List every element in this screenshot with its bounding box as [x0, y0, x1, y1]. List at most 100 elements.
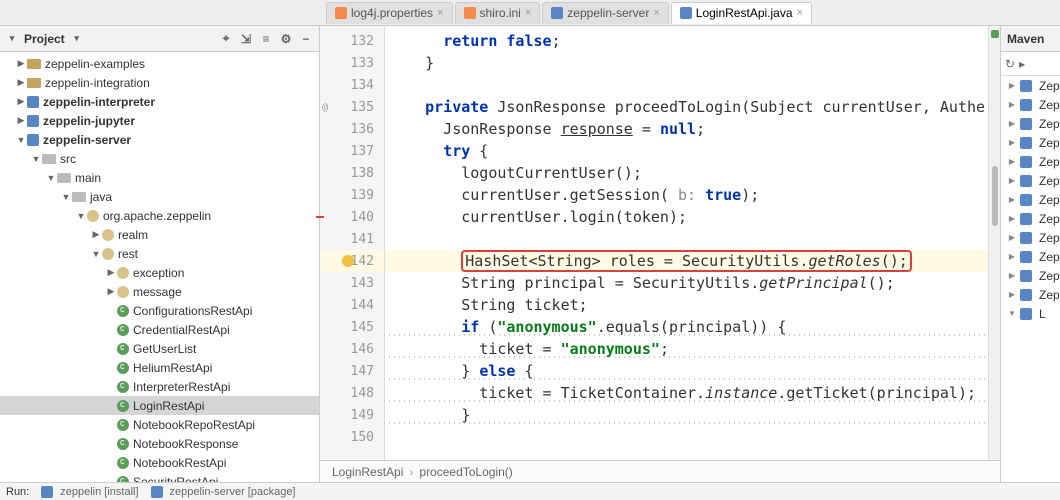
code-line[interactable]: ticket = "anonymous"; [385, 338, 988, 360]
code-line[interactable]: ticket = TicketContainer.instance.getTic… [385, 382, 988, 404]
expand-arrow[interactable]: ▼ [30, 154, 42, 164]
expand-arrow[interactable]: ▶ [1007, 81, 1017, 90]
expand-arrow[interactable]: ▶ [1007, 290, 1017, 299]
gear-icon[interactable]: ⚙ [279, 32, 293, 46]
maven-module[interactable]: ▶Zep [1001, 285, 1060, 304]
expand-arrow[interactable]: ▶ [1007, 252, 1017, 261]
editor-tab[interactable]: shiro.ini× [455, 2, 541, 24]
code-line[interactable]: HashSet<String> roles = SecurityUtils.ge… [385, 250, 988, 272]
override-icon[interactable]: @ [322, 102, 328, 113]
code-line[interactable]: try { [385, 140, 988, 162]
tree-item[interactable]: ▶realm [0, 225, 319, 244]
project-dropdown-arrow[interactable]: ▾ [71, 33, 83, 44]
project-collapse-arrow[interactable]: ▾ [6, 33, 18, 44]
code-line[interactable]: JsonResponse response = null; [385, 118, 988, 140]
tree-item[interactable]: ▼src [0, 149, 319, 168]
expand-arrow[interactable]: ▼ [90, 249, 102, 259]
code-line[interactable]: String principal = SecurityUtils.getPrin… [385, 272, 988, 294]
maven-module[interactable]: ▶Zep [1001, 247, 1060, 266]
maven-module[interactable]: ▶Zep [1001, 152, 1060, 171]
maven-module[interactable]: ▼L [1001, 304, 1060, 323]
expand-arrow[interactable]: ▶ [1007, 138, 1017, 147]
code-line[interactable]: } [385, 404, 988, 426]
tree-item[interactable]: NotebookRepoRestApi [0, 415, 319, 434]
tree-item[interactable]: NotebookRestApi [0, 453, 319, 472]
code-line[interactable]: String ticket; [385, 294, 988, 316]
expand-arrow[interactable]: ▼ [75, 211, 87, 221]
expand-arrow[interactable]: ▶ [105, 286, 117, 297]
expand-arrow[interactable]: ▼ [1007, 309, 1017, 318]
expand-arrow[interactable]: ▶ [1007, 233, 1017, 242]
tree-item[interactable]: SecurityRestApi [0, 472, 319, 482]
collapse-icon[interactable]: ≡ [259, 32, 273, 46]
tree-item[interactable]: ▶zeppelin-integration [0, 73, 319, 92]
expand-icon[interactable]: ⇲ [239, 32, 253, 46]
tree-item[interactable]: ▶zeppelin-interpreter [0, 92, 319, 111]
maven-module[interactable]: ▶Zep [1001, 190, 1060, 209]
tree-item[interactable]: LoginRestApi [0, 396, 319, 415]
maven-module[interactable]: ▶Zep [1001, 266, 1060, 285]
tree-item[interactable]: InterpreterRestApi [0, 377, 319, 396]
tree-item[interactable]: ▼java [0, 187, 319, 206]
maven-module[interactable]: ▶Zep [1001, 209, 1060, 228]
run-tab-1[interactable]: zeppelin [install] [41, 486, 138, 498]
code-line[interactable]: } else { [385, 360, 988, 382]
tree-item[interactable]: ▼zeppelin-server [0, 130, 319, 149]
maven-module[interactable]: ▶Zep [1001, 133, 1060, 152]
tree-item[interactable]: NotebookResponse [0, 434, 319, 453]
code-line[interactable]: } [385, 52, 988, 74]
editor-tab[interactable]: zeppelin-server× [542, 2, 668, 24]
expand-arrow[interactable]: ▶ [15, 77, 27, 88]
expand-arrow[interactable]: ▶ [1007, 271, 1017, 280]
breadcrumb-method[interactable]: proceedToLogin() [419, 465, 512, 479]
tree-item[interactable]: ▼org.apache.zeppelin [0, 206, 319, 225]
code-line[interactable]: if ("anonymous".equals(principal)) { [385, 316, 988, 338]
expand-arrow[interactable]: ▼ [45, 173, 57, 183]
breadcrumb-class[interactable]: LoginRestApi [332, 465, 403, 479]
maven-module[interactable]: ▶Zep [1001, 114, 1060, 133]
maven-module[interactable]: ▶Zep [1001, 76, 1060, 95]
code-line[interactable]: return false; [385, 30, 988, 52]
code-line[interactable]: logoutCurrentUser(); [385, 162, 988, 184]
close-icon[interactable]: × [525, 7, 531, 19]
target-icon[interactable]: ⌖ [219, 32, 233, 46]
tree-item[interactable]: ▶zeppelin-examples [0, 54, 319, 73]
expand-arrow[interactable]: ▶ [90, 229, 102, 240]
expand-arrow[interactable]: ▶ [15, 96, 27, 107]
expand-arrow[interactable]: ▶ [1007, 157, 1017, 166]
maven-module[interactable]: ▶Zep [1001, 95, 1060, 114]
editor-scrollbar[interactable] [988, 26, 1000, 482]
expand-arrow[interactable]: ▶ [1007, 176, 1017, 185]
editor-tab[interactable]: log4j.properties× [326, 2, 453, 24]
code-line[interactable]: currentUser.login(token); [385, 206, 988, 228]
tree-item[interactable]: ▼main [0, 168, 319, 187]
expand-arrow[interactable]: ▶ [15, 58, 27, 69]
expand-arrow[interactable]: ▶ [15, 115, 27, 126]
run-tab-2[interactable]: zeppelin-server [package] [151, 486, 296, 498]
expand-arrow[interactable]: ▼ [15, 135, 27, 145]
run-icon[interactable]: ▸ [1019, 57, 1025, 71]
tree-item[interactable]: ▶message [0, 282, 319, 301]
tree-item[interactable]: ConfigurationsRestApi [0, 301, 319, 320]
expand-arrow[interactable]: ▶ [1007, 195, 1017, 204]
editor-tab[interactable]: LoginRestApi.java× [671, 2, 812, 24]
tree-item[interactable]: ▶exception [0, 263, 319, 282]
expand-arrow[interactable]: ▶ [1007, 100, 1017, 109]
expand-arrow[interactable]: ▼ [60, 192, 72, 202]
code-line[interactable] [385, 228, 988, 250]
intention-bulb-icon[interactable] [342, 255, 354, 267]
tree-item[interactable]: GetUserList [0, 339, 319, 358]
code-line[interactable] [385, 426, 988, 448]
tree-item[interactable]: HeliumRestApi [0, 358, 319, 377]
expand-arrow[interactable]: ▶ [105, 267, 117, 278]
scrollbar-thumb[interactable] [992, 166, 998, 226]
code-editor[interactable]: return false; } private JsonResponse pro… [385, 26, 988, 482]
maven-module[interactable]: ▶Zep [1001, 171, 1060, 190]
tree-item[interactable]: ▶zeppelin-jupyter [0, 111, 319, 130]
hide-icon[interactable]: − [299, 32, 313, 46]
close-icon[interactable]: × [437, 7, 443, 19]
expand-arrow[interactable]: ▶ [1007, 119, 1017, 128]
refresh-icon[interactable]: ↻ [1005, 57, 1015, 71]
tree-item[interactable]: CredentialRestApi [0, 320, 319, 339]
code-line[interactable]: private JsonResponse proceedToLogin(Subj… [385, 96, 988, 118]
